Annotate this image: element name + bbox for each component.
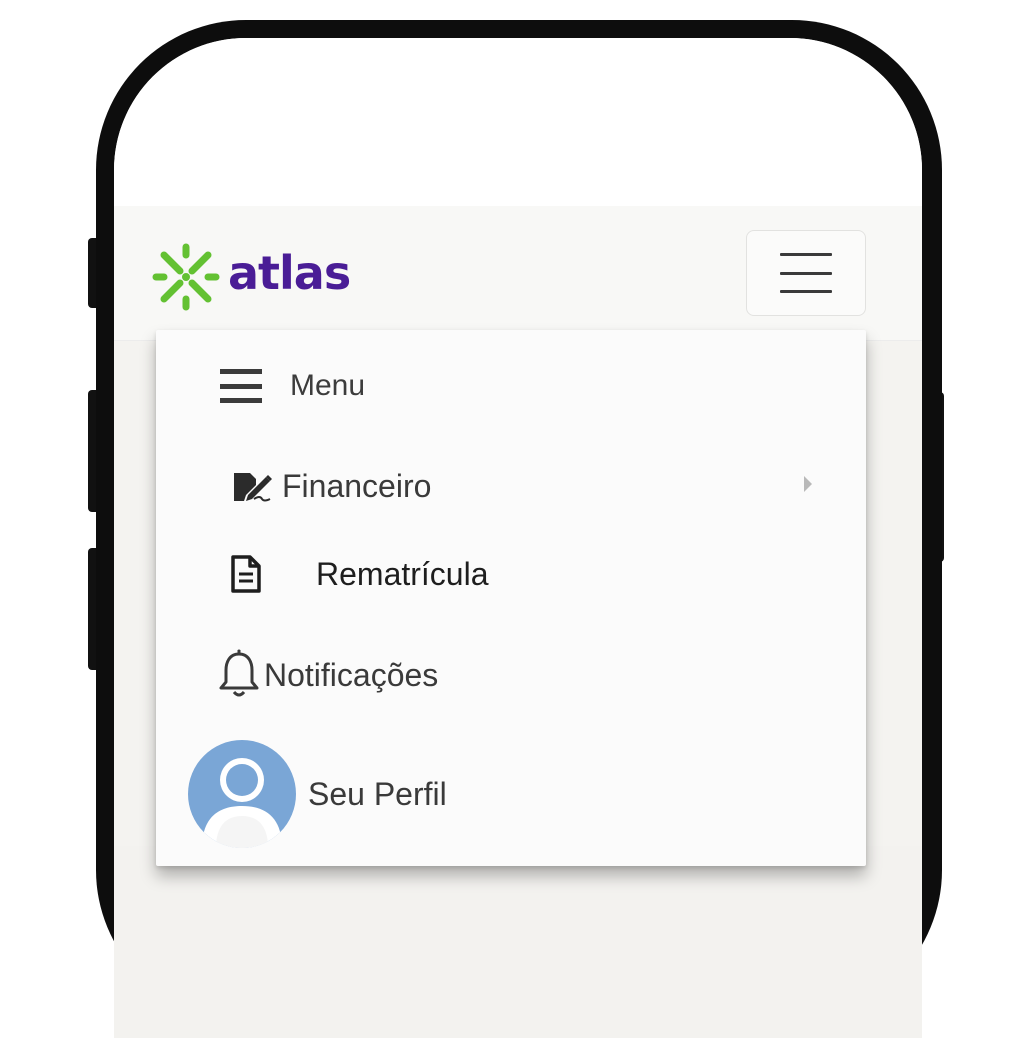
menu-item-label: Financeiro xyxy=(282,467,432,504)
status-area xyxy=(114,38,922,206)
navbar-toggle-button[interactable] xyxy=(746,230,866,316)
menu-header-label: Menu xyxy=(290,369,366,402)
user-silhouette-icon xyxy=(202,758,282,848)
hamburger-icon xyxy=(220,369,262,403)
menu-item-perfil[interactable]: Seu Perfil xyxy=(188,738,447,850)
bell-icon xyxy=(219,649,259,697)
page-content xyxy=(114,846,922,1038)
brand-name: atlas xyxy=(228,246,351,300)
menu-item-notificacoes[interactable]: Notificações xyxy=(218,646,438,704)
signature-icon xyxy=(234,473,272,502)
document-icon xyxy=(231,555,261,593)
menu-item-financeiro[interactable]: Financeiro xyxy=(232,462,832,510)
dropdown-menu: Menu Financeiro Rematrícula Notificações xyxy=(156,330,866,866)
hamburger-icon xyxy=(780,253,832,293)
menu-header[interactable]: Menu xyxy=(220,362,365,410)
chevron-right-icon xyxy=(804,476,812,492)
menu-item-label: Rematrícula xyxy=(316,555,489,592)
avatar xyxy=(188,740,296,848)
brand-logo[interactable]: atlas xyxy=(150,238,351,316)
menu-item-label: Notificações xyxy=(264,656,439,693)
menu-item-label: Seu Perfil xyxy=(308,775,447,812)
atlas-logo-icon xyxy=(152,243,220,311)
menu-item-rematricula[interactable]: Rematrícula xyxy=(230,548,489,600)
